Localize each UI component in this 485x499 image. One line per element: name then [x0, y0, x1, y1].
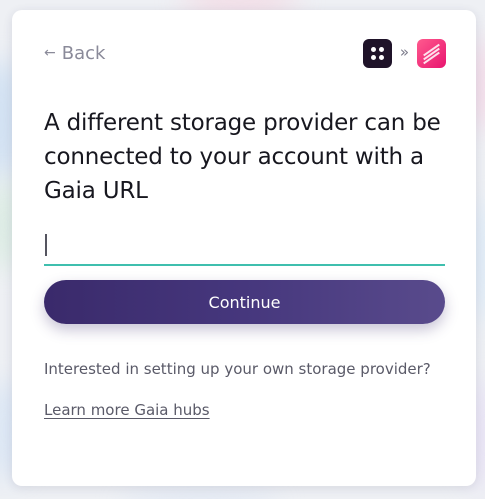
- app-connection-icons: »: [362, 39, 446, 68]
- back-arrow-icon: ←: [44, 44, 56, 61]
- back-label: Back: [61, 43, 106, 64]
- help-text: Interested in setting up your own storag…: [44, 360, 431, 378]
- dialog-header: ← Back »: [12, 10, 476, 100]
- learn-more-link[interactable]: Learn more Gaia hubs: [44, 401, 210, 419]
- gaia-url-input[interactable]: [44, 230, 446, 264]
- blockstack-logo-icon: [362, 39, 392, 68]
- chevron-right-icon: »: [399, 43, 409, 61]
- back-button[interactable]: ← Back: [44, 43, 105, 64]
- dialog-card: ← Back » A different storage provider ca…: [12, 10, 476, 486]
- gaia-url-field[interactable]: [44, 230, 446, 266]
- text-caret: [45, 234, 47, 256]
- continue-button[interactable]: Continue: [44, 280, 445, 324]
- page-title: A different storage provider can be conn…: [44, 110, 441, 204]
- app-logo-icon: [417, 39, 446, 68]
